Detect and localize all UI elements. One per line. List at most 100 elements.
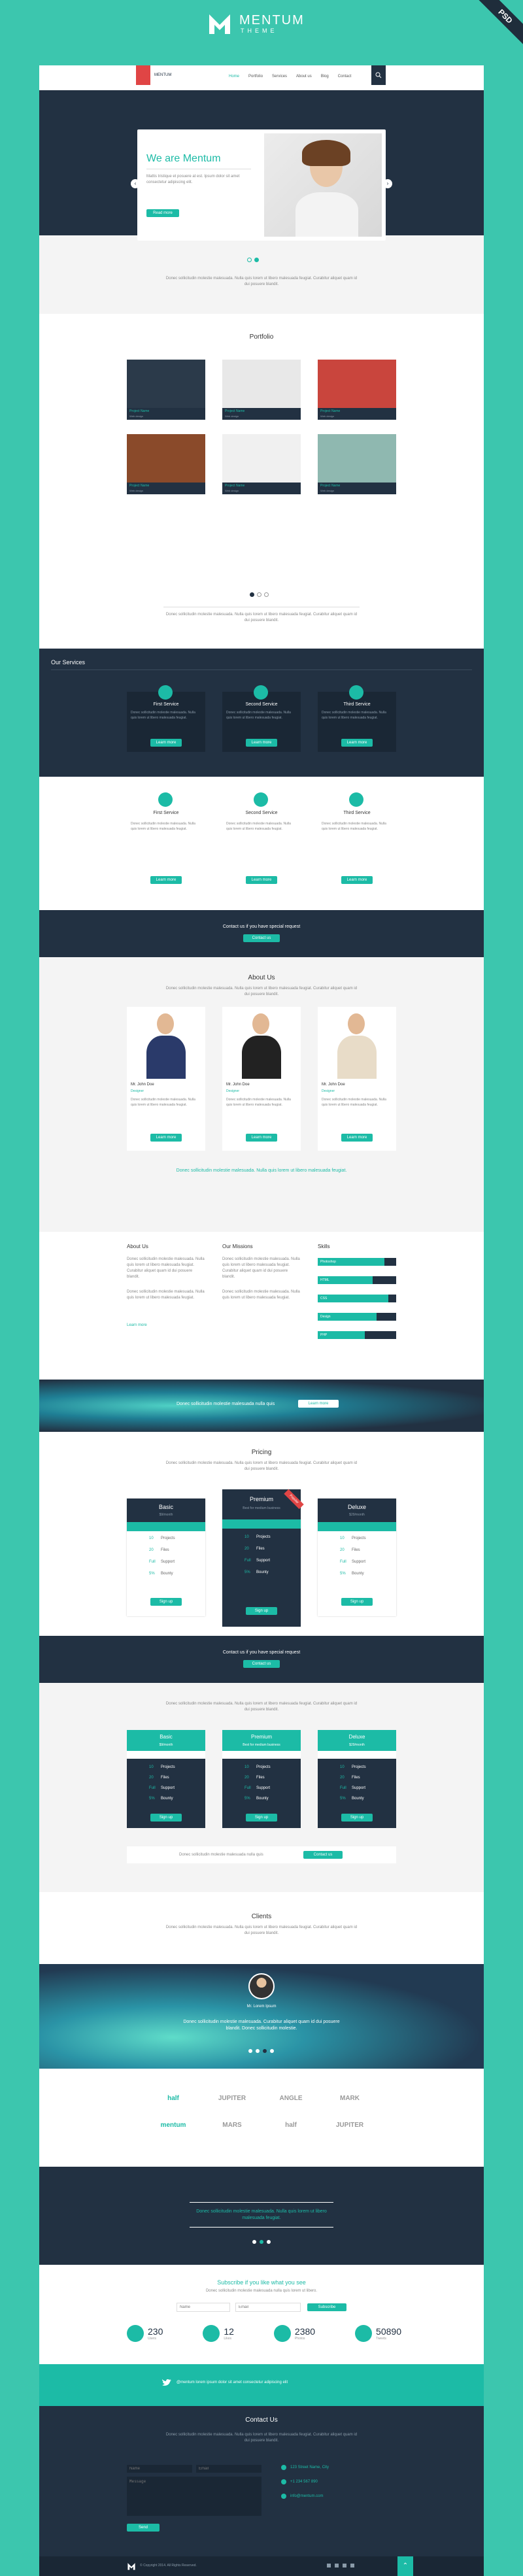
stat-item: 2380 Photos <box>273 2325 315 2342</box>
team-card: Mr. John Doe Designer Donec sollicitudin m… <box>127 1007 205 1151</box>
plan-button[interactable]: Sign up <box>150 1598 182 1606</box>
twitter-small-icon[interactable] <box>335 2564 339 2568</box>
team-button[interactable]: Learn more <box>341 1134 373 1142</box>
portfolio-pager <box>250 592 269 597</box>
plan-feature-num: 5% <box>149 1572 155 1576</box>
plan-button[interactable]: Sign up <box>341 1598 373 1606</box>
client-logo[interactable]: mentum <box>144 2122 203 2129</box>
slider-dot[interactable] <box>247 258 252 262</box>
slider-prev-button[interactable]: ‹ <box>131 179 140 188</box>
services-cards-dark: First Service Donec sollicitudin molestie… <box>127 685 396 752</box>
plan-feature: Projects <box>256 1765 271 1769</box>
nav-item-services[interactable]: Services <box>272 75 287 78</box>
plan-feature-num: 10 <box>340 1765 345 1769</box>
service-button[interactable]: Learn more <box>246 739 277 747</box>
search-button[interactable] <box>371 65 386 85</box>
portfolio-item[interactable]: Project Name Web design <box>222 434 301 494</box>
service-button[interactable]: Learn more <box>246 876 277 884</box>
plan-feature-num: 20 <box>340 1776 345 1780</box>
logos-section: half JUPITER ANGLE MARK mentum MARS half JUPITE… <box>39 2069 484 2167</box>
plan-price: $9/month <box>159 1513 173 1517</box>
slider-dot-active[interactable] <box>254 258 259 262</box>
service-button[interactable]: Learn more <box>150 876 182 884</box>
nav-item-home[interactable]: Home <box>229 75 239 78</box>
subscribe-name-input[interactable] <box>177 2303 230 2312</box>
client-logo[interactable]: JUPITER <box>320 2122 379 2129</box>
service-icon <box>349 792 363 807</box>
nav-item-blog[interactable]: Blog <box>321 75 329 78</box>
nav-logo[interactable] <box>136 65 150 85</box>
team-button[interactable]: Learn more <box>246 1134 277 1142</box>
pricing-alt-card: Premium Best for medium business 10 Project… <box>222 1730 301 1828</box>
skill-label: HTML <box>320 1278 329 1282</box>
service-card: Second Service Donec sollicitudin molesti… <box>222 792 301 890</box>
portfolio-item[interactable]: Project Name Web design <box>127 360 205 420</box>
cta-button[interactable]: Contact us <box>243 934 280 942</box>
service-button[interactable]: Learn more <box>150 739 182 747</box>
portfolio-item[interactable]: Project Name Web design <box>318 360 396 420</box>
slider-next-button[interactable]: › <box>383 179 392 188</box>
cta2-button[interactable]: Contact us <box>243 1660 280 1668</box>
client-logo[interactable]: MARK <box>320 2095 379 2102</box>
hero-button[interactable]: Read more <box>146 209 179 217</box>
linkedin-icon[interactable] <box>350 2564 354 2568</box>
contact-email-input[interactable] <box>196 2465 262 2473</box>
banner-button[interactable]: Learn more <box>298 1400 339 1408</box>
service-title: Second Service <box>245 702 278 707</box>
subscribe-button[interactable]: Subscribe <box>307 2303 346 2311</box>
plan-button[interactable]: Sign up <box>246 1607 277 1615</box>
client-logo[interactable]: half <box>262 2122 320 2129</box>
contact-name-input[interactable] <box>127 2465 192 2473</box>
plan-feature: Bounty <box>352 1572 364 1576</box>
portfolio-item-label: Project Name <box>129 484 150 488</box>
client-logo[interactable]: half <box>144 2095 203 2102</box>
portfolio-item[interactable]: Project Name Web design <box>127 434 205 494</box>
scroll-top-button[interactable]: ⌃ <box>397 2556 413 2576</box>
plan-feature-num: 20 <box>340 1548 345 1552</box>
nav-item-contact[interactable]: Contact <box>338 75 352 78</box>
contact-send-button[interactable]: Send <box>127 2524 160 2532</box>
facebook-icon[interactable] <box>327 2564 331 2568</box>
client-logo[interactable]: ANGLE <box>262 2095 320 2102</box>
contact-message-input[interactable] <box>127 2477 262 2516</box>
plan-feature-num: 5% <box>245 1797 250 1801</box>
pricing-alt-tables: Basic $9/month 10 Projects 20 Files Full Suppor… <box>127 1730 396 1828</box>
plan-feature: Files <box>352 1776 360 1780</box>
team-photo <box>127 1007 205 1079</box>
team-button[interactable]: Learn more <box>150 1134 182 1142</box>
intro-text: Donec sollicitudin molestie malesuada. N… <box>165 277 358 286</box>
page: MENTUM Home Portfolio Services About us … <box>39 65 484 2576</box>
service-button[interactable]: Learn more <box>341 876 373 884</box>
subscribe-title: Subscribe if you like what you see <box>217 2279 306 2286</box>
testimonial-dots <box>248 2049 274 2053</box>
pricing-card: Deluxe $29/month 10 Projects 20 Files Full Supp… <box>318 1499 396 1616</box>
plan-feature-num: Full <box>340 1560 346 1564</box>
nav-item-about[interactable]: About us <box>296 75 312 78</box>
portfolio-item-label: Project Name <box>320 484 341 488</box>
stat-value: 50890 <box>376 2326 401 2337</box>
nav-brand: MENTUM <box>154 73 172 77</box>
plan-button[interactable]: Sign up <box>246 1814 277 1822</box>
navbar: MENTUM Home Portfolio Services About us … <box>39 65 484 90</box>
plan-feature: Files <box>161 1548 169 1552</box>
nav-item-portfolio[interactable]: Portfolio <box>248 75 263 78</box>
portfolio-item[interactable]: Project Name Web design <box>318 434 396 494</box>
service-button[interactable]: Learn more <box>341 739 373 747</box>
subscribe-email-input[interactable] <box>235 2303 301 2312</box>
google-icon[interactable] <box>343 2564 346 2568</box>
service-title: Second Service <box>245 811 278 815</box>
client-logo[interactable]: JUPITER <box>203 2095 262 2102</box>
portfolio-item[interactable]: Project Name Web design <box>222 360 301 420</box>
plan-button[interactable]: Sign up <box>150 1814 182 1822</box>
brand-sub: THEME <box>241 27 278 34</box>
twitter-section: @mentum lorem ipsum dolor sit amet conse… <box>39 2364 484 2406</box>
user-icon <box>127 2325 144 2342</box>
col-mission-title: Our Missions <box>222 1244 253 1249</box>
twitter-icon <box>162 2379 171 2386</box>
client-logo[interactable]: MARS <box>203 2122 262 2129</box>
portfolio-thumb <box>318 360 396 408</box>
portfolio-item-label: Project Name <box>225 409 245 413</box>
plan-name: Basic <box>158 1504 173 1510</box>
plan-button[interactable]: Sign up <box>341 1814 373 1822</box>
pricing-card: Basic $9/month 10 Projects 20 Files Full Suppor… <box>127 1499 205 1616</box>
